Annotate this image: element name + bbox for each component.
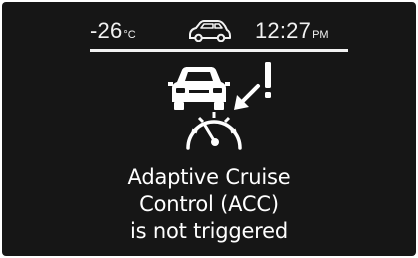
speedometer-icon — [186, 112, 242, 150]
arrow-icon — [234, 84, 260, 110]
time-period: PM — [312, 29, 329, 41]
acc-car-speedometer-warning-icon — [168, 62, 271, 150]
outside-temperature: -26°C — [90, 20, 136, 46]
warning-message: Adaptive Cruise Control (ACC) is not tri… — [2, 164, 416, 245]
screen: -26°C 12:27PM Adaptive Cruise Control (A… — [0, 0, 418, 258]
status-divider — [90, 49, 348, 52]
temperature-value: -26 — [90, 18, 123, 43]
message-line-2: Control (ACC) — [139, 192, 279, 216]
time-value: 12:27 — [255, 18, 312, 43]
exclamation-icon — [265, 62, 271, 98]
message-line-3: is not triggered — [129, 219, 289, 243]
message-line-1: Adaptive Cruise — [127, 165, 291, 189]
car-side-icon — [189, 20, 231, 42]
cluster-display: -26°C 12:27PM Adaptive Cruise Control (A… — [2, 2, 416, 256]
front-car-icon — [168, 67, 230, 110]
status-bar: -26°C 12:27PM — [90, 10, 350, 50]
clock: 12:27PM — [255, 20, 329, 46]
temperature-unit: °C — [123, 29, 136, 41]
